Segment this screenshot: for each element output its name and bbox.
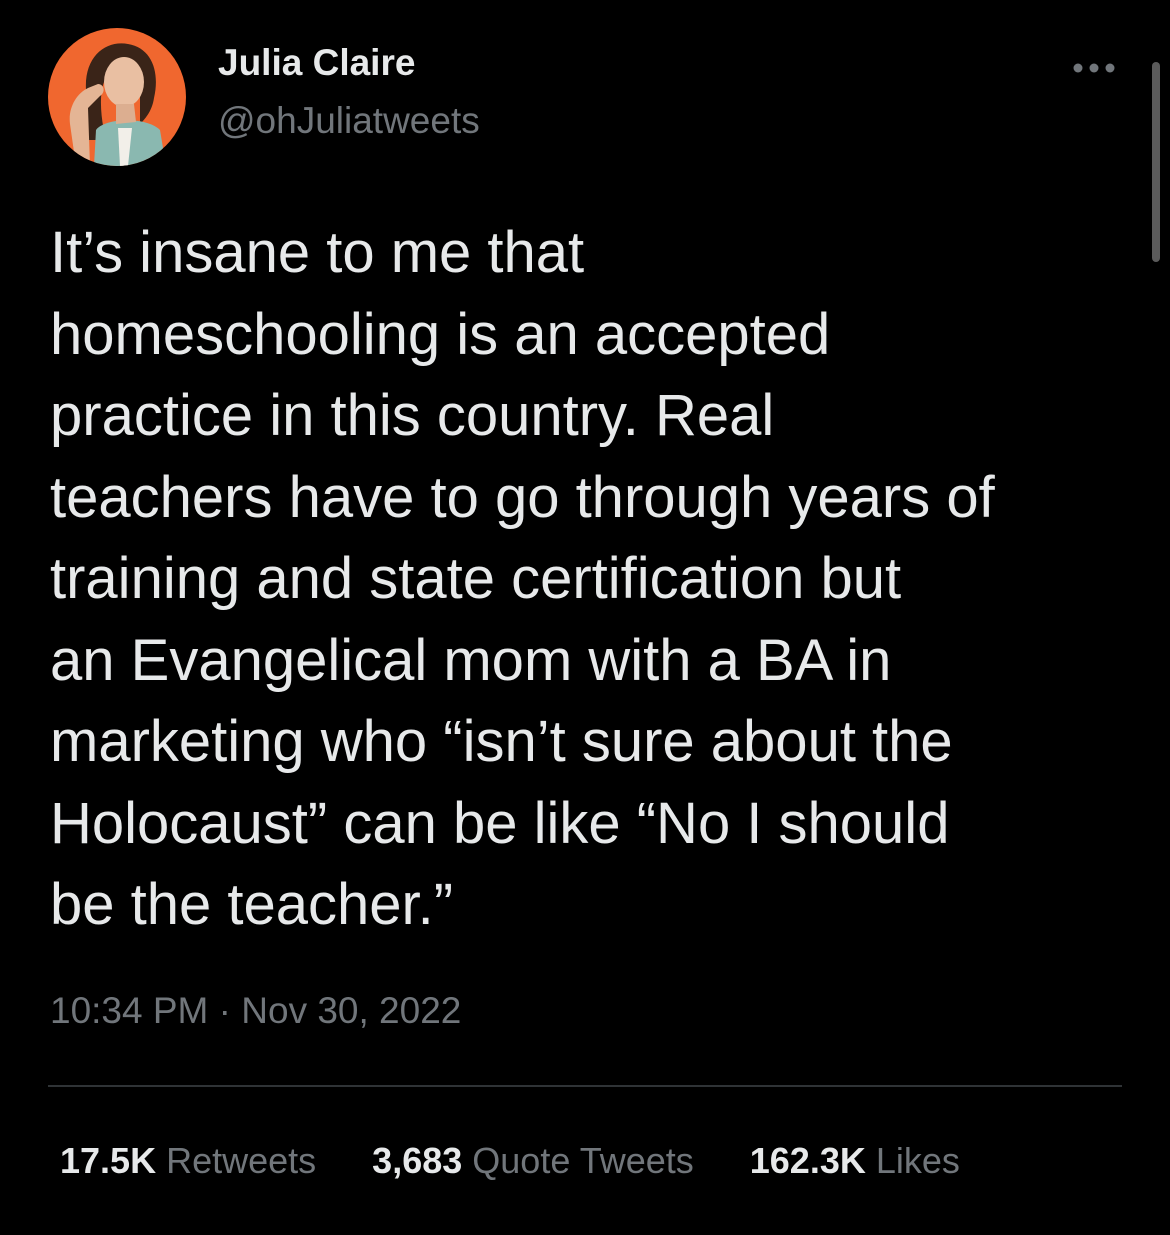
likes-count: 162.3K bbox=[749, 1140, 866, 1181]
tweet-text-line: be the teacher.” bbox=[50, 872, 454, 937]
retweets-stat[interactable]: 17.5K Retweets bbox=[60, 1140, 316, 1182]
quote-tweets-count: 3,683 bbox=[372, 1140, 463, 1181]
timestamp-separator: · bbox=[218, 990, 231, 1031]
tweet-date: Nov 30, 2022 bbox=[241, 990, 462, 1031]
more-horizontal-icon bbox=[1073, 63, 1115, 73]
more-options-button[interactable] bbox=[1066, 48, 1122, 88]
tweet-text-line: training and state certification but bbox=[50, 546, 902, 611]
retweets-count: 17.5K bbox=[60, 1140, 157, 1181]
tweet-text-line: Holocaust” can be like “No I should bbox=[50, 790, 950, 856]
tweet-text-line: homeschooling is an accepted bbox=[50, 301, 831, 367]
scrollbar[interactable] bbox=[1152, 62, 1160, 262]
likes-stat[interactable]: 162.3K Likes bbox=[750, 1140, 960, 1182]
avatar[interactable] bbox=[48, 28, 186, 166]
divider bbox=[48, 1085, 1122, 1087]
tweet-time: 10:34 PM bbox=[50, 990, 209, 1031]
tweet-text-line: an Evangelical mom with a BA in bbox=[50, 627, 892, 693]
avatar-photo bbox=[48, 28, 186, 166]
quote-tweets-stat[interactable]: 3,683 Quote Tweets bbox=[372, 1140, 694, 1182]
likes-label: Likes bbox=[875, 1140, 960, 1181]
tweet-text: It’s insane to me that homeschooling is … bbox=[50, 212, 1140, 946]
retweets-label: Retweets bbox=[166, 1140, 317, 1181]
tweet-text-line: It’s insane to me that bbox=[50, 220, 585, 285]
tweet-stats: 17.5K Retweets 3,683 Quote Tweets 162.3K… bbox=[60, 1140, 960, 1182]
quote-tweets-label: Quote Tweets bbox=[472, 1140, 694, 1181]
tweet-timestamp[interactable]: 10:34 PM · Nov 30, 2022 bbox=[50, 990, 461, 1032]
author-handle[interactable]: @ohJuliatweets bbox=[218, 100, 480, 142]
tweet-text-line: practice in this country. Real bbox=[50, 383, 775, 448]
author-display-name[interactable]: Julia Claire bbox=[218, 42, 415, 84]
tweet-text-line: marketing who “isn’t sure about the bbox=[50, 709, 953, 774]
tweet-text-line: teachers have to go through years of bbox=[50, 464, 995, 530]
